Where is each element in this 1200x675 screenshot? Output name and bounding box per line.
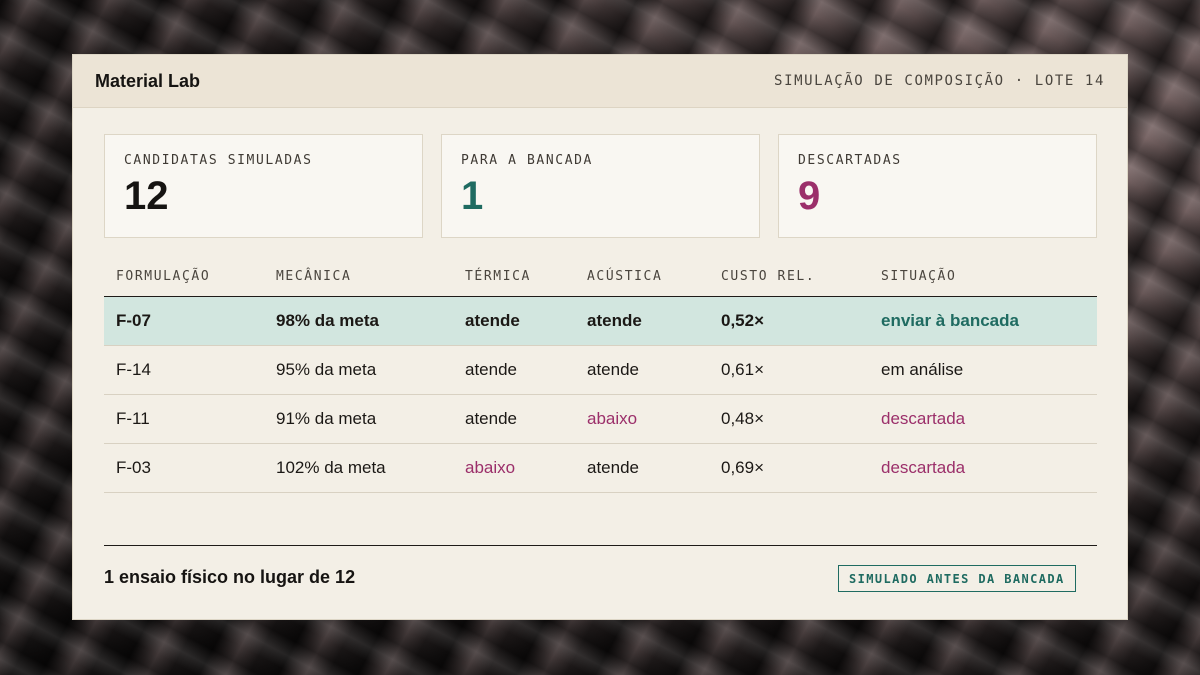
stat-value: 1 — [461, 174, 484, 218]
column-header-formulacao[interactable]: FORMULAÇÃO — [104, 256, 264, 297]
app-title: Material Lab — [95, 70, 201, 91]
cell-situacao: descartada — [869, 394, 1097, 444]
cell-formulacao: F-11 — [104, 394, 264, 444]
stat-label: DESCARTADAS — [798, 153, 902, 168]
cell-termica: atende — [453, 345, 575, 395]
column-header-termica[interactable]: TÉRMICA — [453, 256, 575, 297]
cell-termica: atende — [453, 296, 575, 346]
cell-mecanica: 91% da meta — [264, 394, 453, 444]
table-row[interactable]: F-11 91% da meta atende abaixo 0,48× des… — [104, 394, 1097, 444]
cell-mecanica: 95% da meta — [264, 345, 453, 395]
column-header-acustica[interactable]: ACÚSTICA — [575, 256, 709, 297]
footer-summary: 1 ensaio físico no lugar de 12 — [104, 567, 356, 587]
cell-acustica: atende — [575, 345, 709, 395]
cell-acustica: abaixo — [575, 394, 709, 444]
stat-label: PARA A BANCADA — [461, 153, 593, 168]
stat-card-bench: PARA A BANCADA 1 — [441, 134, 760, 238]
cell-situacao: enviar à bancada — [869, 296, 1097, 346]
summary-stats: CANDIDATAS SIMULADAS 12 PARA A BANCADA 1… — [104, 134, 1097, 238]
table-row[interactable]: F-14 95% da meta atende atende 0,61× em … — [104, 345, 1097, 395]
stat-card-simulated: CANDIDATAS SIMULADAS 12 — [104, 134, 423, 238]
cell-formulacao: F-03 — [104, 443, 264, 493]
cell-mecanica: 98% da meta — [264, 296, 453, 346]
cell-acustica: atende — [575, 443, 709, 493]
simulated-badge: SIMULADO ANTES DA BANCADA — [838, 565, 1076, 592]
stat-card-discarded: DESCARTADAS 9 — [778, 134, 1097, 238]
table-row[interactable]: F-03 102% da meta abaixo atende 0,69× de… — [104, 443, 1097, 493]
cell-situacao: em análise — [869, 345, 1097, 395]
column-header-situacao[interactable]: SITUAÇÃO — [869, 256, 1097, 297]
formulation-table: FORMULAÇÃO MECÂNICA TÉRMICA ACÚSTICA CUS… — [104, 256, 1097, 493]
cell-custo: 0,69× — [709, 443, 869, 493]
stat-value: 9 — [798, 174, 821, 218]
cell-mecanica: 102% da meta — [264, 443, 453, 493]
stat-label: CANDIDATAS SIMULADAS — [124, 153, 313, 168]
material-lab-panel: Material Lab SIMULAÇÃO DE COMPOSIÇÃO · L… — [72, 54, 1128, 620]
cell-custo: 0,52× — [709, 296, 869, 346]
cell-termica: atende — [453, 394, 575, 444]
cell-acustica: atende — [575, 296, 709, 346]
footer-divider — [104, 545, 1097, 546]
cell-situacao: descartada — [869, 443, 1097, 493]
top-bar: Material Lab SIMULAÇÃO DE COMPOSIÇÃO · L… — [73, 55, 1127, 108]
cell-termica: abaixo — [453, 443, 575, 493]
table-header-row: FORMULAÇÃO MECÂNICA TÉRMICA ACÚSTICA CUS… — [104, 256, 1097, 297]
column-header-custo[interactable]: CUSTO REL. — [709, 256, 869, 297]
stat-value: 12 — [124, 174, 169, 218]
cell-formulacao: F-07 — [104, 296, 264, 346]
cell-custo: 0,61× — [709, 345, 869, 395]
column-header-mecanica[interactable]: MECÂNICA — [264, 256, 453, 297]
cell-formulacao: F-14 — [104, 345, 264, 395]
table-row[interactable]: F-07 98% da meta atende atende 0,52× env… — [104, 296, 1097, 346]
cell-custo: 0,48× — [709, 394, 869, 444]
batch-subtitle: SIMULAÇÃO DE COMPOSIÇÃO · LOTE 14 — [774, 73, 1105, 89]
